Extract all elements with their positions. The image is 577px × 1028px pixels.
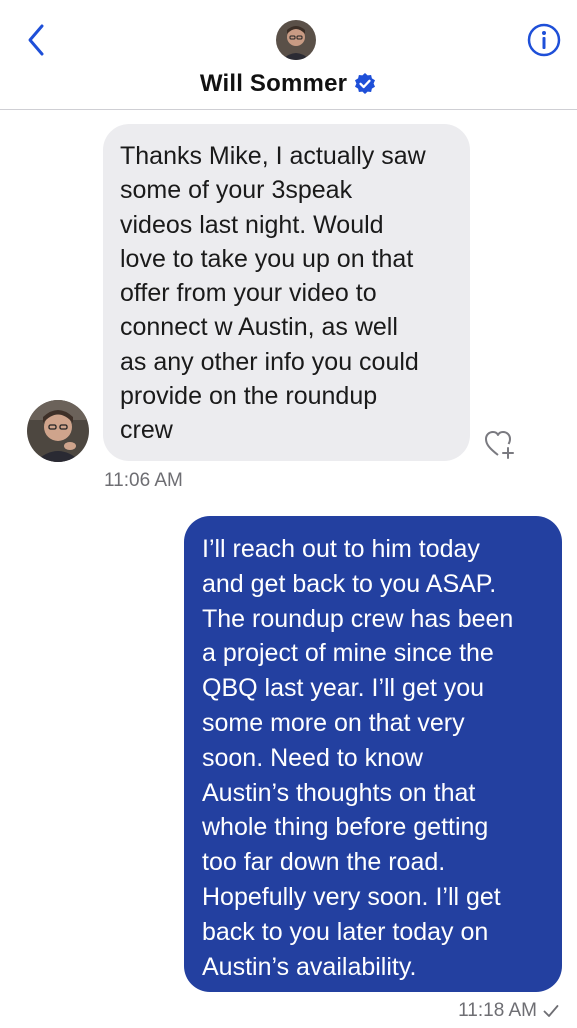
incoming-message-text: Thanks Mike, I actually saw some of your… (120, 142, 426, 445)
incoming-timestamp: 11:06 AM (104, 470, 183, 491)
avatar-image (276, 20, 316, 60)
heart-plus-icon (485, 431, 514, 459)
verified-badge-icon (355, 73, 376, 94)
info-button[interactable] (527, 23, 561, 57)
outgoing-status-row: 11:18 AM (458, 1000, 559, 1022)
outgoing-message-text: I’ll reach out to him today and get back… (202, 535, 514, 981)
react-button[interactable] (483, 427, 517, 461)
outgoing-message-bubble[interactable]: I’ll reach out to him today and get back… (184, 516, 562, 992)
avatar-image (27, 400, 89, 462)
checkmark-icon (543, 1005, 559, 1017)
header-title-row[interactable]: Will Sommer (0, 70, 577, 98)
outgoing-timestamp: 11:18 AM (458, 1000, 537, 1021)
incoming-message-bubble[interactable]: Thanks Mike, I actually saw some of your… (103, 124, 470, 461)
info-circle-icon (527, 23, 561, 57)
chevron-left-icon (28, 24, 44, 56)
back-button[interactable] (18, 22, 54, 58)
conversation-header: Will Sommer (0, 0, 577, 110)
header-avatar[interactable] (276, 20, 316, 60)
contact-name: Will Sommer (199, 70, 348, 97)
sender-avatar[interactable] (27, 400, 89, 462)
